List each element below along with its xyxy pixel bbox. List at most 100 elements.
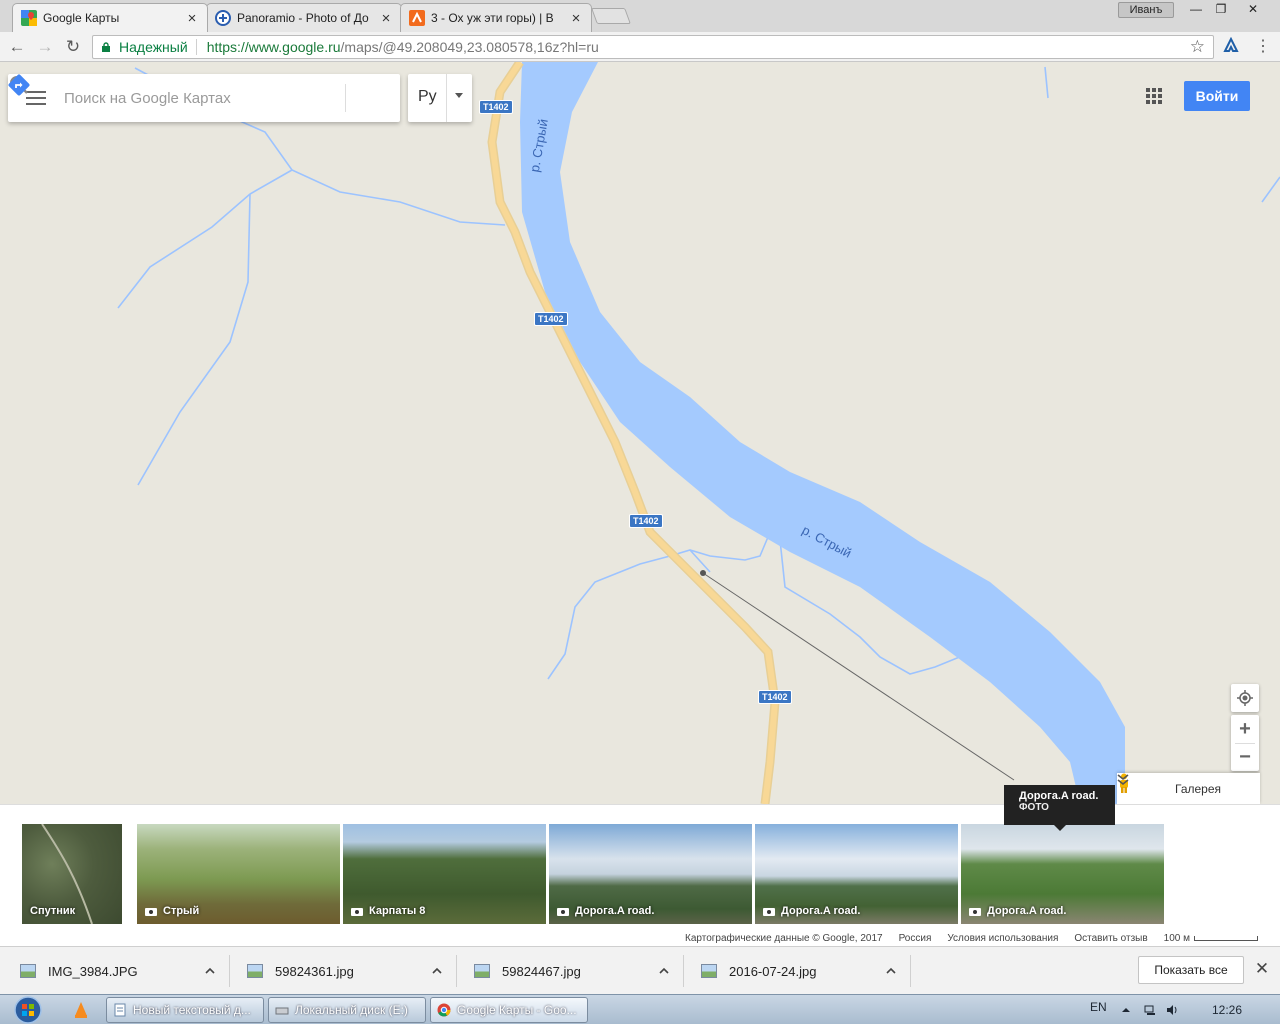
tab-panoramio[interactable]: Panoramio - Photo of До × <box>206 3 402 32</box>
chrome-icon <box>437 1003 451 1017</box>
taskbar-item-label: Локальный диск (E:) <box>295 1003 408 1017</box>
caption-text: Дорога.A road. <box>575 905 655 917</box>
chevron-down-icon[interactable] <box>1117 773 1129 787</box>
language-label: Ру <box>418 88 437 105</box>
scale-label: 100 м <box>1163 933 1190 944</box>
search-input[interactable] <box>64 86 296 110</box>
satellite-thumbnail[interactable]: Спутник <box>22 824 122 924</box>
tab-gory[interactable]: 3 - Ох уж эти горы) | В × <box>400 3 592 32</box>
tab-title: 3 - Ох уж эти горы) | В <box>431 11 554 25</box>
map-data-credit: Картографические данные © Google, 2017 <box>685 933 883 944</box>
network-icon[interactable] <box>1144 1004 1156 1016</box>
taskbar-item-label: Google Карты - Goo... <box>457 1003 577 1017</box>
signin-button[interactable]: Войти <box>1184 81 1250 111</box>
divider <box>345 84 346 112</box>
download-item[interactable]: 59824467.jpg <box>454 955 684 987</box>
tab-title: Panoramio - Photo of До <box>237 11 369 25</box>
photo-caption: Стрый <box>145 905 199 917</box>
photo-strip: Дорога.A road. ФОТО Спутник Стрый Карпат… <box>0 785 1280 946</box>
download-filename: 59824467.jpg <box>502 963 581 979</box>
camera-icon <box>969 907 981 916</box>
chevron-up-icon[interactable] <box>432 966 442 976</box>
chevron-up-icon[interactable] <box>205 966 215 976</box>
directions-icon[interactable] <box>8 74 30 96</box>
tab-close-icon[interactable]: × <box>569 10 583 27</box>
maps-favicon <box>21 10 37 26</box>
map-canvas[interactable]: T1402 T1402 T1402 T1402 р. Стрый р. Стры… <box>0 62 1280 804</box>
photo-caption: Дорога.A road. <box>763 905 860 917</box>
minimize-button[interactable]: — <box>1183 0 1209 18</box>
caption-text: Дорога.A road. <box>987 905 1067 917</box>
download-item[interactable]: IMG_3984.JPG <box>0 955 230 987</box>
download-item[interactable]: 59824361.jpg <box>227 955 457 987</box>
extension-icon[interactable] <box>1222 37 1240 55</box>
download-item[interactable]: 2016-07-24.jpg <box>681 955 911 987</box>
road-shield: T1402 <box>629 514 663 528</box>
photo-marker <box>700 570 706 576</box>
back-button[interactable]: ← <box>6 36 28 58</box>
bookmark-star-icon[interactable]: ☆ <box>1190 36 1205 58</box>
zoom-out-button[interactable]: − <box>1231 743 1259 771</box>
tooltip-tail <box>1054 825 1066 831</box>
forward-button[interactable]: → <box>34 36 56 58</box>
image-file-icon <box>474 964 490 978</box>
tray-expand-icon[interactable] <box>1120 1004 1132 1016</box>
clock[interactable]: 12:26 <box>1212 1003 1242 1017</box>
divider <box>446 74 447 122</box>
show-all-downloads-button[interactable]: Показать все <box>1138 956 1244 984</box>
camera-icon <box>763 907 775 916</box>
photo-thumbnail[interactable]: Карпаты 8 <box>343 824 546 924</box>
download-shelf: IMG_3984.JPG 59824361.jpg 59824467.jpg 2… <box>0 946 1280 994</box>
gallery-toggle[interactable]: Галерея <box>1117 773 1260 804</box>
image-file-icon <box>20 964 36 978</box>
chrome-menu-icon[interactable]: ⋮ <box>1255 36 1271 58</box>
photo-thumbnail[interactable]: Стрый <box>137 824 340 924</box>
photo-thumbnail[interactable]: Дорога.A road. <box>549 824 752 924</box>
road-shield: T1402 <box>479 100 513 114</box>
taskbar-item-notepad[interactable]: Новый текстовый д... <box>106 997 264 1023</box>
photo-caption: Дорога.A road. <box>969 905 1066 917</box>
scale-control[interactable]: 100 м <box>1164 933 1258 944</box>
address-bar[interactable]: Надежный https://www.google.ru /maps/@49… <box>92 35 1214 59</box>
zoom-control: + − <box>1231 715 1259 771</box>
photo-thumbnail[interactable]: Дорога.A road. <box>961 824 1164 924</box>
map-drawing <box>117 62 1280 804</box>
zoom-in-button[interactable]: + <box>1231 715 1259 743</box>
apps-icon[interactable] <box>1146 88 1162 104</box>
image-file-icon <box>701 964 717 978</box>
camera-icon <box>557 907 569 916</box>
taskbar-item-chrome[interactable]: Google Карты - Goo... <box>430 997 588 1023</box>
input-language[interactable]: EN <box>1090 1000 1107 1014</box>
tab-google-maps[interactable]: Google Карты × <box>12 3 208 32</box>
language-selector[interactable]: Ру <box>408 74 472 122</box>
close-window-button[interactable]: ✕ <box>1240 0 1266 18</box>
dropdown-arrow-icon[interactable] <box>455 93 463 98</box>
photo-caption: Спутник <box>30 905 75 917</box>
region-link[interactable]: Россия <box>899 933 932 944</box>
tab-close-icon[interactable]: × <box>185 10 199 27</box>
volume-icon[interactable] <box>1166 1004 1178 1016</box>
start-orb-icon[interactable] <box>8 995 48 1025</box>
my-location-button[interactable] <box>1231 684 1259 712</box>
url-host: https://www.google.ru <box>206 39 341 55</box>
tooltip-subtitle: ФОТО <box>1019 802 1049 813</box>
photo-thumbnail[interactable]: Дорога.A road. <box>755 824 958 924</box>
image-file-icon <box>247 964 263 978</box>
camera-icon <box>351 907 363 916</box>
chevron-up-icon[interactable] <box>659 966 669 976</box>
vlc-icon[interactable] <box>74 1002 88 1018</box>
browser-toolbar: ← → ↻ Надежный https://www.google.ru /ma… <box>0 32 1280 62</box>
caption-text: Спутник <box>30 905 76 917</box>
photo-caption: Дорога.A road. <box>557 905 654 917</box>
maximize-button[interactable]: ❐ <box>1208 0 1234 18</box>
close-icon[interactable]: ✕ <box>1254 960 1270 977</box>
terms-link[interactable]: Условия использования <box>947 933 1058 944</box>
photo-caption: Карпаты 8 <box>351 905 425 917</box>
chevron-up-icon[interactable] <box>886 966 896 976</box>
reload-button[interactable]: ↻ <box>62 36 84 58</box>
feedback-link[interactable]: Оставить отзыв <box>1074 933 1147 944</box>
new-tab-button[interactable] <box>591 8 631 24</box>
tab-close-icon[interactable]: × <box>379 10 393 27</box>
profile-chip[interactable]: Иванъ <box>1118 2 1174 18</box>
taskbar-item-explorer[interactable]: Локальный диск (E:) <box>268 997 426 1023</box>
